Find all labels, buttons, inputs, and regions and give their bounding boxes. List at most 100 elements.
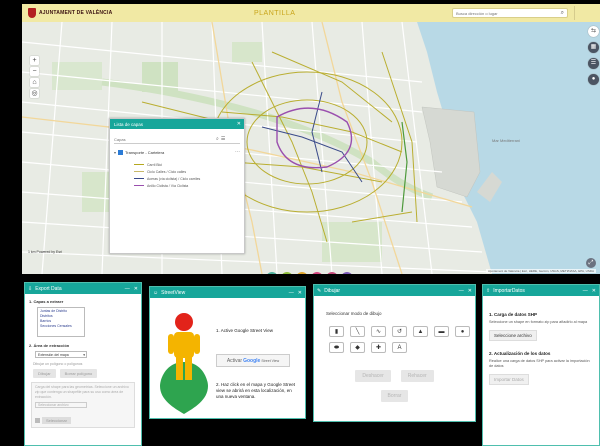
rectangle-tool-icon[interactable]: ▬ xyxy=(434,326,449,337)
file-select-value: Seleccionar archivo xyxy=(38,403,69,407)
import-data-button[interactable]: Importar Datos xyxy=(489,374,529,385)
layer-filter-input[interactable] xyxy=(114,136,214,142)
zoom-control: + − ⌂ ◎ xyxy=(30,56,39,98)
legend-item: Ciclo Calles / Ciclo calles xyxy=(134,168,244,175)
point-tool-icon[interactable]: ▮ xyxy=(329,326,344,337)
draw-icon[interactable]: ✎ xyxy=(281,272,293,274)
search-box[interactable]: ⌕ xyxy=(452,8,568,18)
search-icon[interactable]: ⌕ xyxy=(216,136,219,142)
legend-label: Carril Bici xyxy=(147,162,162,167)
layer-legend: Carril Bici Ciclo Calles / Ciclo calles … xyxy=(134,161,244,189)
streetview-icon[interactable]: ☺ xyxy=(311,272,323,274)
file-icon xyxy=(35,418,40,423)
shape-upload-section: Carga del shape para las geometrías. Sel… xyxy=(31,382,135,428)
expand-icon[interactable]: ⤢ xyxy=(586,258,596,268)
export-icon[interactable]: ⇩ xyxy=(326,272,338,274)
layers-listbox[interactable]: Juntas de Distrito Distritos Barrios Sec… xyxy=(37,307,85,337)
minimize-icon[interactable]: — xyxy=(125,286,130,292)
file-select[interactable]: Seleccionar archivo xyxy=(35,402,87,408)
close-icon[interactable]: ✕ xyxy=(237,121,241,127)
panel-title: StreetView xyxy=(161,289,186,296)
minimize-icon[interactable]: — xyxy=(289,290,294,296)
layer-list-panel: Lista de capas ✕ ⌕ ☰ ▾ Transporte - Cart… xyxy=(109,118,245,254)
polygon-tool-icon[interactable]: ◆ xyxy=(350,342,365,353)
layers-icon[interactable]: ≡ xyxy=(266,272,278,274)
activate-streetview-button[interactable]: Activar Google Street View xyxy=(216,354,290,367)
google-logo: Google xyxy=(243,357,261,364)
legend-swatch xyxy=(134,178,144,179)
text-tool-icon[interactable]: A xyxy=(392,342,407,353)
export-data-panel: ⇩ Export Data — ✕ 1. Capas a extraer Junt… xyxy=(24,282,142,446)
city-logo[interactable]: AJUNTAMENT DE VALÈNCIA xyxy=(28,8,112,18)
chevron-down-icon[interactable]: ▾ xyxy=(114,150,116,155)
draw-panel: ✎ Dibujar — ✕ Seleccionar modo de dibujo … xyxy=(313,284,476,422)
search-icon[interactable]: ⌕ xyxy=(561,10,564,17)
section-layers-label: 1. Capas a extraer xyxy=(29,299,64,304)
section-load-desc: Seleccione un shape en formato zip para … xyxy=(489,320,588,324)
clear-polygon-button[interactable]: Borrar polígono xyxy=(59,369,98,378)
legend-swatch xyxy=(134,185,144,186)
import-icon[interactable]: ⇧ xyxy=(341,272,353,274)
share-icon[interactable]: ⇆ xyxy=(588,26,599,37)
line-tool-icon[interactable]: ╲ xyxy=(350,326,365,337)
layer-group-label: Transporte - Cartelera xyxy=(125,149,165,155)
legend-item: Carril Bici xyxy=(134,161,244,168)
select-file-button[interactable]: Seleccione archivo xyxy=(489,330,537,341)
measure-icon[interactable]: ↔ xyxy=(296,272,308,274)
map-attribution: Ajuntament de València | Esri, HERE, Gar… xyxy=(485,269,596,273)
zoom-in-button[interactable]: + xyxy=(30,56,39,65)
circle-tool-icon[interactable]: ● xyxy=(455,326,470,337)
basemap-icon[interactable]: ▦ xyxy=(588,42,599,53)
close-icon[interactable]: ✕ xyxy=(134,286,138,292)
close-icon[interactable]: ✕ xyxy=(468,288,472,294)
freehand-polygon-tool-icon[interactable]: ✚ xyxy=(371,342,386,353)
close-icon[interactable]: ✕ xyxy=(592,288,596,294)
undo-button[interactable]: Deshacer xyxy=(355,370,391,382)
zoom-out-button[interactable]: − xyxy=(30,67,39,76)
legend-swatch xyxy=(134,164,144,165)
list-icon[interactable]: ☰ xyxy=(588,58,599,69)
panel-header: ✎ Dibujar — ✕ xyxy=(314,285,475,296)
app-title: PLANTILLA xyxy=(254,9,296,17)
panel-header: ⇧ ImportarDatos — ✕ xyxy=(483,285,599,296)
area-select-value: Extensión del mapa xyxy=(38,353,69,357)
section-area-label: 2. Área de extracción xyxy=(29,343,70,348)
step-2-text: 2. Haz click en el mapa y Google Street … xyxy=(216,382,296,399)
locate-icon[interactable]: ◎ xyxy=(30,89,39,98)
draw-button[interactable]: Dibujar xyxy=(33,369,56,378)
select-button[interactable]: Seleccionar xyxy=(42,417,71,424)
logo-text: AJUNTAMENT DE VALÈNCIA xyxy=(39,10,113,16)
layer-list-title: Lista de capas xyxy=(114,121,144,127)
draw-tools-grid: ▮ ╲ ∿ ↺ ▲ ▬ ● ⬬ ◆ ✚ A xyxy=(329,326,475,353)
export-icon: ⇩ xyxy=(28,285,33,292)
map-canvas[interactable]: Mar Mediterrani + − ⌂ ◎ 1 km Powered by … xyxy=(22,22,600,274)
clear-button[interactable]: Borrar xyxy=(380,390,409,402)
scale-bar: 1 km Powered by Esri xyxy=(28,250,63,254)
triangle-tool-icon[interactable]: ▲ xyxy=(413,326,428,337)
layer-group[interactable]: ▾ Transporte - Cartelera ⋯ xyxy=(114,149,240,155)
close-icon[interactable]: ✕ xyxy=(298,290,302,296)
redo-button[interactable]: Rehacer xyxy=(400,370,434,382)
ellipse-tool-icon[interactable]: ⬬ xyxy=(329,342,344,353)
legend-swatch xyxy=(134,171,144,172)
minimize-icon[interactable]: — xyxy=(459,288,464,294)
menu-icon[interactable]: ☰ xyxy=(221,136,225,142)
streetview-icon: ☺ xyxy=(153,289,159,296)
home-icon[interactable]: ⌂ xyxy=(30,78,39,87)
list-item[interactable]: Secciones Censales xyxy=(40,324,82,329)
search-input[interactable] xyxy=(453,10,549,16)
top-bar: AJUNTAMENT DE VALÈNCIA PLANTILLA ⌕ xyxy=(22,4,600,22)
layer-checkbox[interactable] xyxy=(118,149,124,155)
streetview-panel: ☺ StreetView — ✕ 1. Active Google Street … xyxy=(149,286,306,419)
layer-list-header: Lista de capas ✕ xyxy=(110,119,244,129)
shape-upload-text: Carga del shape para las geometrías. Sel… xyxy=(35,385,129,399)
step-1-text: 1. Active Google Street View xyxy=(216,328,273,333)
minimize-icon[interactable]: — xyxy=(583,288,588,294)
info-icon[interactable]: ● xyxy=(588,74,599,85)
more-options-icon[interactable]: ⋯ xyxy=(235,149,240,155)
panel-title: Dibujar xyxy=(324,287,341,294)
section-update-desc: Realice una carga de datos SHP para acti… xyxy=(489,359,590,368)
freehand-line-tool-icon[interactable]: ↺ xyxy=(392,326,407,337)
polyline-tool-icon[interactable]: ∿ xyxy=(371,326,386,337)
area-select[interactable]: Extensión del mapa ▾ xyxy=(35,351,87,358)
